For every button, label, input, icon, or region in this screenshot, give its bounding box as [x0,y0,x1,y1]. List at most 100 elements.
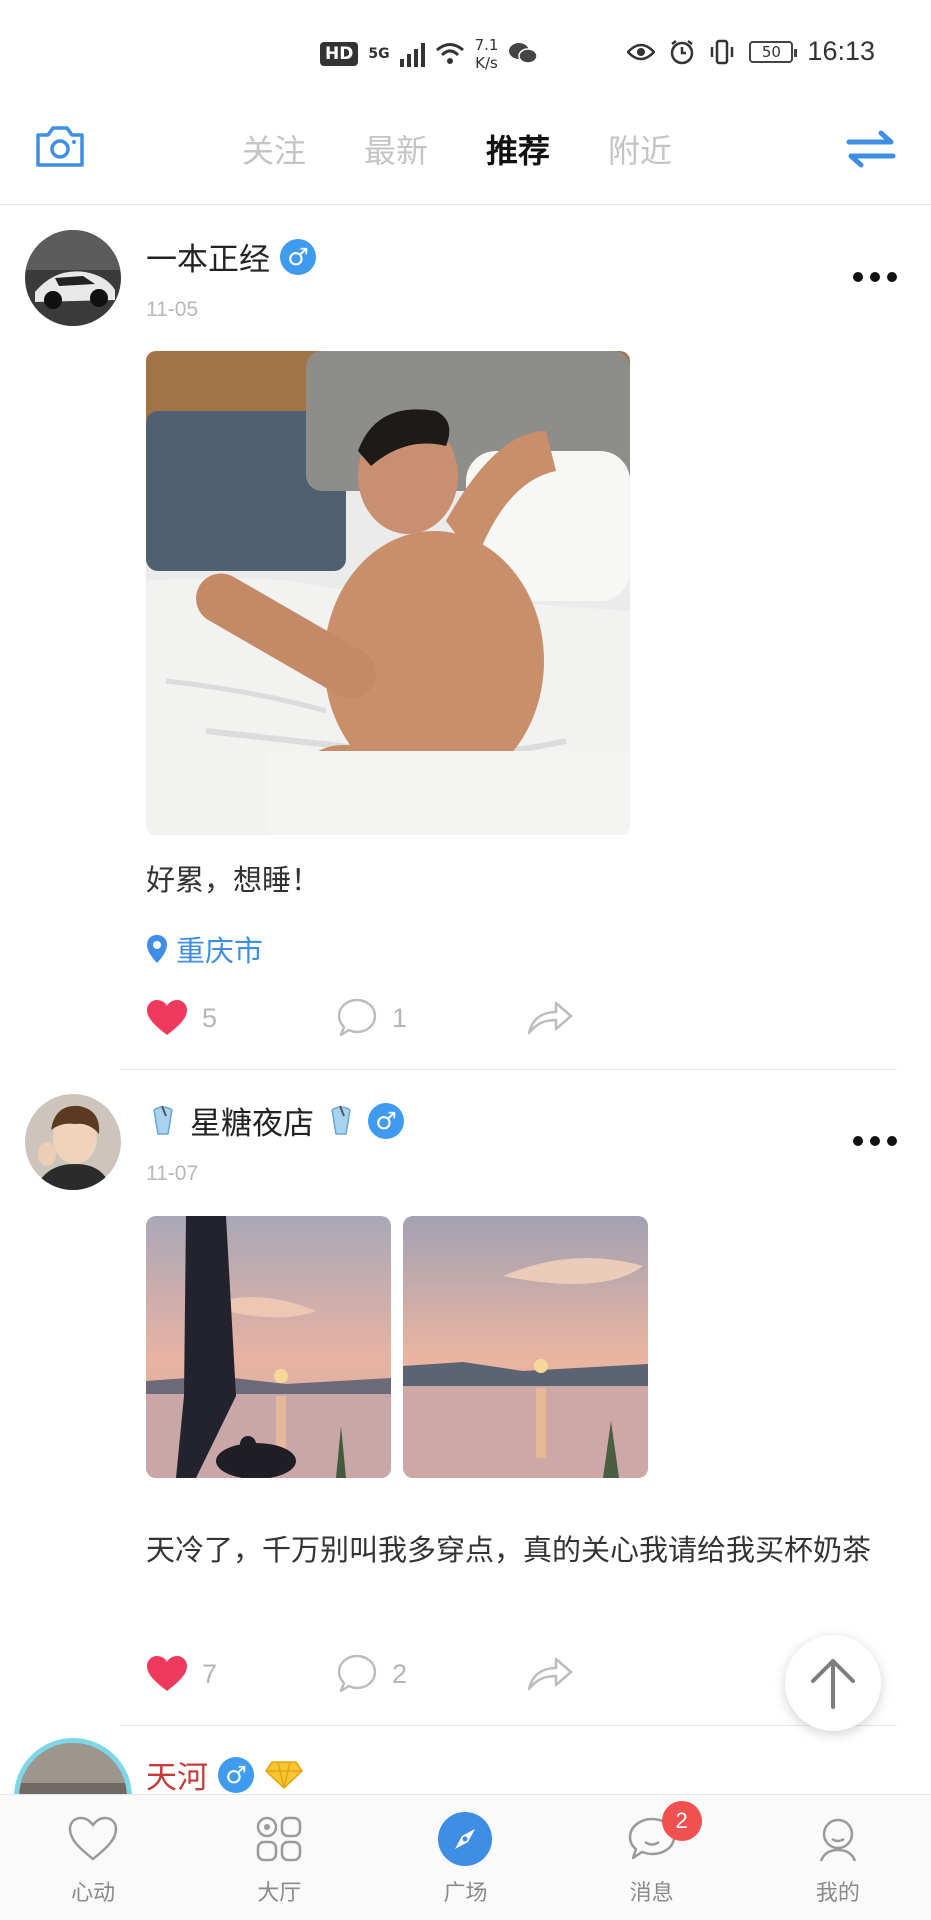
tab-latest[interactable]: 最新 [364,126,428,172]
scroll-to-top-button[interactable] [785,1635,881,1731]
post-actions: 5 1 [146,998,716,1038]
comment-button[interactable]: 1 [336,998,526,1038]
more-options-button[interactable] [853,1136,897,1146]
status-left: HD 5G 7.1 K/s [320,36,539,72]
comment-count: 1 [392,1002,408,1033]
location-pin-icon [147,935,167,963]
nav-label: 广场 [443,1881,488,1906]
bubble-tea-icon [153,1105,173,1135]
compass-icon [437,1811,493,1867]
username-text: 星糖夜店 [190,1106,314,1142]
nav-item-messages[interactable]: 2 消息 [559,1795,745,1920]
nav-item-plaza[interactable]: 广场 [372,1795,558,1920]
arrow-up-icon [811,1659,855,1709]
username-text: 一本正经 [146,242,270,278]
share-button[interactable] [526,1655,716,1693]
speed-value: 7.1 [474,36,499,54]
nav-item-profile[interactable]: 我的 [745,1795,931,1920]
network-speed: 7.1 K/s [475,36,499,72]
post-text: 好累，想睡！ [146,863,321,897]
wifi-icon [435,43,464,64]
comment-bubble-icon [337,1654,377,1693]
speed-unit: K/s [475,54,498,72]
status-bar: HD 5G 7.1 K/s 50 16:13 [0,0,931,110]
heart-filled-icon [147,1656,187,1691]
post-text: 天冷了，千万别叫我多穿点，真的关心我请给我买杯奶茶 [146,1533,872,1567]
like-button[interactable]: 7 [146,1655,336,1693]
diamond-vip-icon [265,1760,303,1789]
portrait-avatar-image [25,1094,121,1190]
bottom-nav: 心动 大厅 广场 2 消息 我的 [0,1794,931,1920]
comment-bubble-icon [337,998,377,1037]
post-card: 天河 ♂ [0,1726,931,1794]
avatar-image [19,1743,127,1794]
nav-label: 我的 [815,1881,860,1906]
post-date: 11-05 [146,298,199,321]
heart-filled-icon [147,1000,187,1035]
status-right: 50 16:13 [627,36,875,67]
tab-nearby[interactable]: 附近 [608,126,672,172]
network-type: 5G [368,46,390,62]
nav-item-heartbeat[interactable]: 心动 [0,1795,186,1920]
male-gender-icon: ♂ [368,1102,404,1139]
grid-icon [251,1811,307,1867]
sleeping-man-photo [146,351,630,835]
bubble-tea-icon [331,1105,351,1135]
post-photo[interactable] [146,1216,391,1478]
wechat-icon [509,43,539,64]
car-avatar-image [25,230,121,326]
post-card: 一本正经 ♂ 11-05 好累，想睡！ 重庆市 5 1 [0,206,931,1070]
more-options-button[interactable] [853,272,897,282]
like-button[interactable]: 5 [146,999,336,1037]
share-arrow-icon [527,1657,573,1691]
swap-arrows-icon [846,130,896,168]
nav-label: 消息 [629,1881,674,1906]
share-button[interactable] [526,999,716,1037]
nav-item-hall[interactable]: 大厅 [186,1795,372,1920]
battery-icon: 50 [749,40,798,63]
share-arrow-icon [527,1001,573,1035]
top-nav: 关注 最新 推荐 附近 [0,110,931,205]
vibrate-icon [711,39,734,64]
sunset-umbrella-photo [146,1216,391,1478]
male-gender-icon: ♂ [280,238,316,275]
comment-count: 2 [392,1658,408,1689]
nav-label: 心动 [71,1881,116,1906]
avatar[interactable] [25,230,121,326]
hd-indicator: HD [320,42,359,66]
comment-button[interactable]: 2 [336,1654,526,1694]
unread-badge: 2 [661,1801,702,1841]
camera-button[interactable] [34,123,86,171]
avatar[interactable] [25,1094,121,1190]
alarm-icon [671,39,694,64]
clock: 16:13 [807,36,875,66]
post-actions: 7 2 [146,1654,716,1694]
camera-icon [36,126,84,167]
post-card: 星糖夜店 ♂ 11-07 天冷了，千万别叫我多穿点，真的关心我请给我买杯奶茶 7… [0,1070,931,1726]
location-text: 重庆市 [176,934,264,968]
username-text: 天河 [146,1760,208,1794]
location-tag[interactable]: 重庆市 [146,928,263,970]
like-count: 7 [202,1658,218,1689]
heart-outline-icon [65,1811,121,1867]
username[interactable]: 星糖夜店 ♂ [146,1098,404,1143]
male-gender-icon: ♂ [218,1756,254,1793]
eye-icon [627,43,656,60]
tab-recommended[interactable]: 推荐 [486,126,550,172]
feed: 一本正经 ♂ 11-05 好累，想睡！ 重庆市 5 1 星糖夜店 ♂ 11-07… [0,206,931,1794]
signal-icon [399,41,425,67]
post-photo[interactable] [403,1216,648,1478]
chat-bubble-icon: 2 [624,1801,702,1867]
feed-tabs: 关注 最新 推荐 附近 [242,126,672,172]
like-count: 5 [202,1002,218,1033]
avatar[interactable] [14,1738,132,1794]
post-date: 11-07 [146,1162,199,1185]
profile-icon [810,1811,866,1867]
username[interactable]: 一本正经 ♂ [146,234,316,279]
username[interactable]: 天河 ♂ [146,1752,304,1794]
switch-button[interactable] [845,126,897,172]
sunset-lake-photo [403,1216,648,1478]
tab-following[interactable]: 关注 [242,126,306,172]
nav-label: 大厅 [257,1881,302,1906]
post-photo[interactable] [146,351,630,835]
